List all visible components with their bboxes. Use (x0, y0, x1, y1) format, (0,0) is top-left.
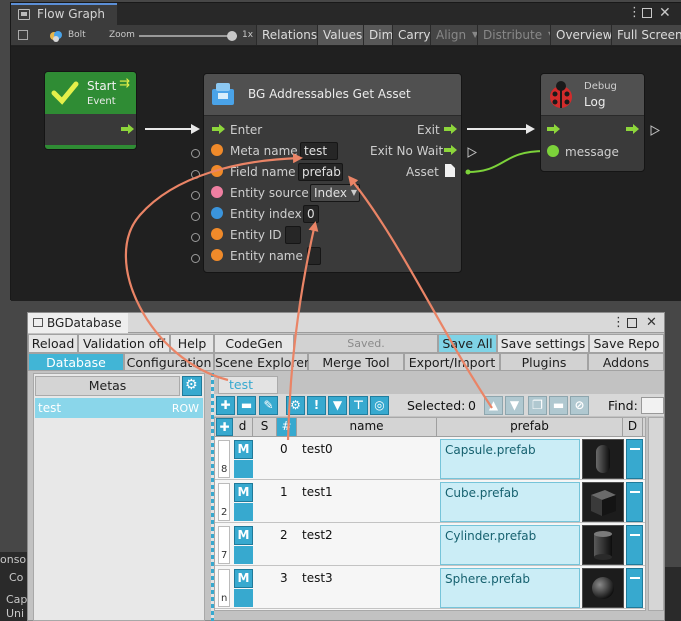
unity-editor: onso Co Cap Uni Flow Graph ⋮ ✕ Bolt Zoom (0, 0, 681, 621)
annotation-arrows (124, 153, 493, 441)
